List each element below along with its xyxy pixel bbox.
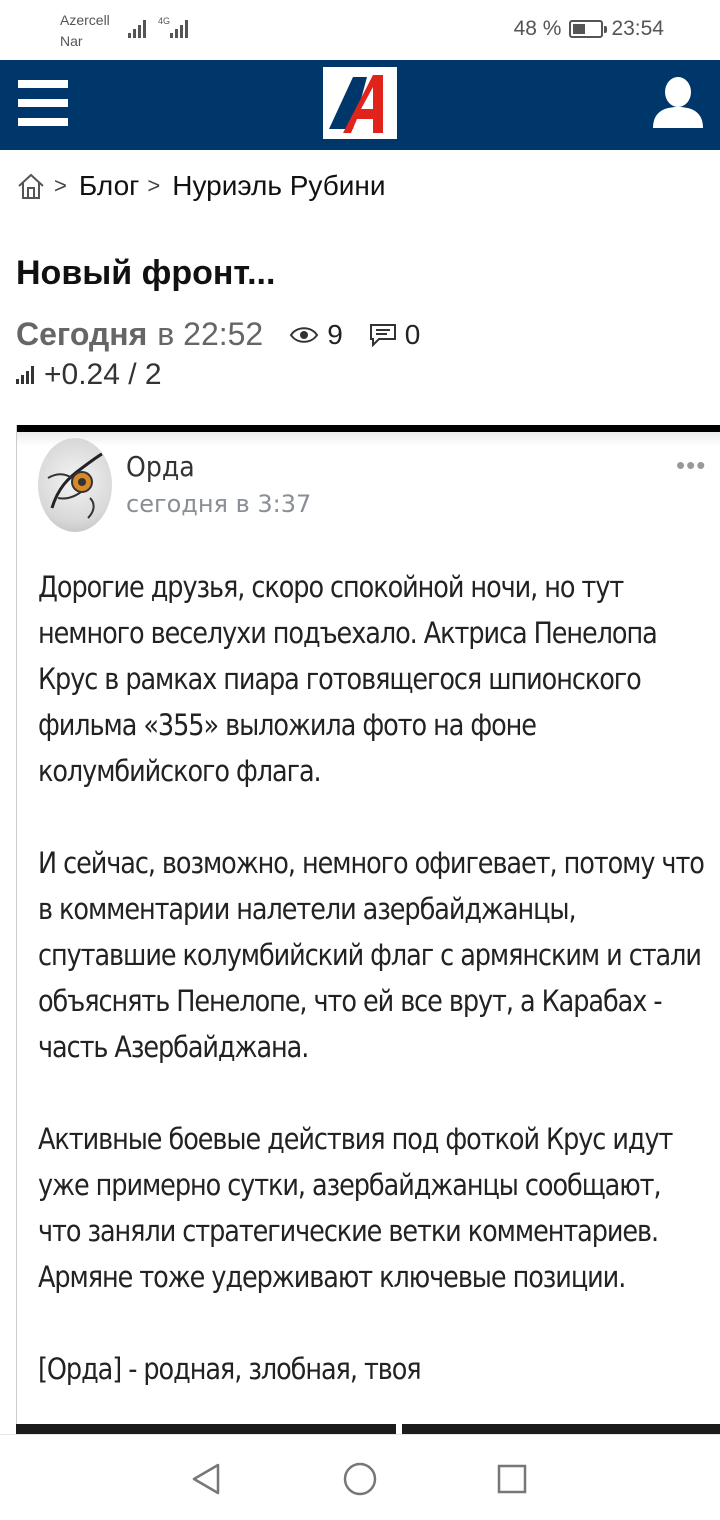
paragraph-1: Дорогие друзья, скоро спокойной ночи, но… [38, 570, 658, 788]
hamburger-menu-icon[interactable] [18, 78, 70, 128]
avatar[interactable] [38, 438, 112, 532]
carrier-2: Nar [60, 33, 83, 49]
status-right: 48 % 23:54 [514, 17, 664, 41]
post-meta: Сегодня в 22:52 9 0 [16, 316, 420, 353]
header-divider [0, 148, 720, 154]
system-nav-bar [0, 1434, 720, 1520]
clock: 23:54 [611, 17, 664, 40]
home-icon[interactable] [16, 171, 46, 201]
breadcrumb-separator: > [54, 173, 67, 198]
eye-icon [289, 325, 319, 345]
home-circle-icon[interactable] [340, 1459, 380, 1499]
carrier-1: Azercell [60, 12, 110, 28]
embed-post-time[interactable]: сегодня в 3:37 [126, 490, 311, 518]
embed-left-border [16, 425, 17, 1435]
network-type: 4G [158, 16, 171, 26]
page-title: Новый фронт... [16, 254, 276, 292]
image-preview-left[interactable] [16, 1424, 396, 1434]
signal-strength-icon [128, 18, 146, 38]
paragraph-2: И сейчас, возможно, немного офигевает, п… [38, 846, 705, 1064]
more-options-button[interactable]: ••• [676, 450, 706, 481]
battery-icon [569, 20, 608, 38]
image-preview-right[interactable] [402, 1424, 720, 1434]
breadcrumb: > Блог > Нуриэль Рубини [16, 170, 386, 202]
post-body: Дорогие друзья, скоро спокойной ночи, но… [38, 564, 707, 1438]
status-bar: Azercell Nar 4G 48 % 23:54 [0, 0, 720, 60]
embed-top-border [16, 425, 720, 432]
views-count: 9 [327, 318, 343, 350]
post-time: в 22:52 [157, 316, 264, 352]
breadcrumb-author[interactable]: Нуриэль Рубини [172, 170, 385, 202]
paragraph-4: [Орда] - родная, злобная, твоя [38, 1352, 422, 1386]
author-name[interactable]: Орда [126, 450, 195, 483]
battery-percent: 48 % [513, 17, 562, 40]
carrier-names: Azercell Nar [60, 10, 110, 52]
back-triangle-icon[interactable] [186, 1459, 226, 1499]
post-date: Сегодня [16, 316, 148, 352]
recents-square-icon[interactable] [492, 1459, 532, 1499]
breadcrumb-separator: > [147, 173, 161, 198]
battery-level [573, 24, 586, 34]
user-profile-icon[interactable] [650, 74, 706, 130]
comment-icon[interactable] [369, 323, 397, 347]
embed-header-shade [17, 432, 720, 446]
site-logo-icon[interactable] [323, 67, 397, 139]
paragraph-3: Активные боевые действия под фоткой Крус… [38, 1122, 673, 1294]
breadcrumb-blog[interactable]: Блог [79, 170, 140, 202]
rating-value: +0.24 / 2 [44, 358, 162, 391]
post-rating: +0.24 / 2 [16, 358, 162, 392]
signal-strength-icon-2 [170, 18, 188, 38]
comments-count[interactable]: 0 [405, 319, 421, 351]
rating-bars-icon [16, 366, 34, 384]
